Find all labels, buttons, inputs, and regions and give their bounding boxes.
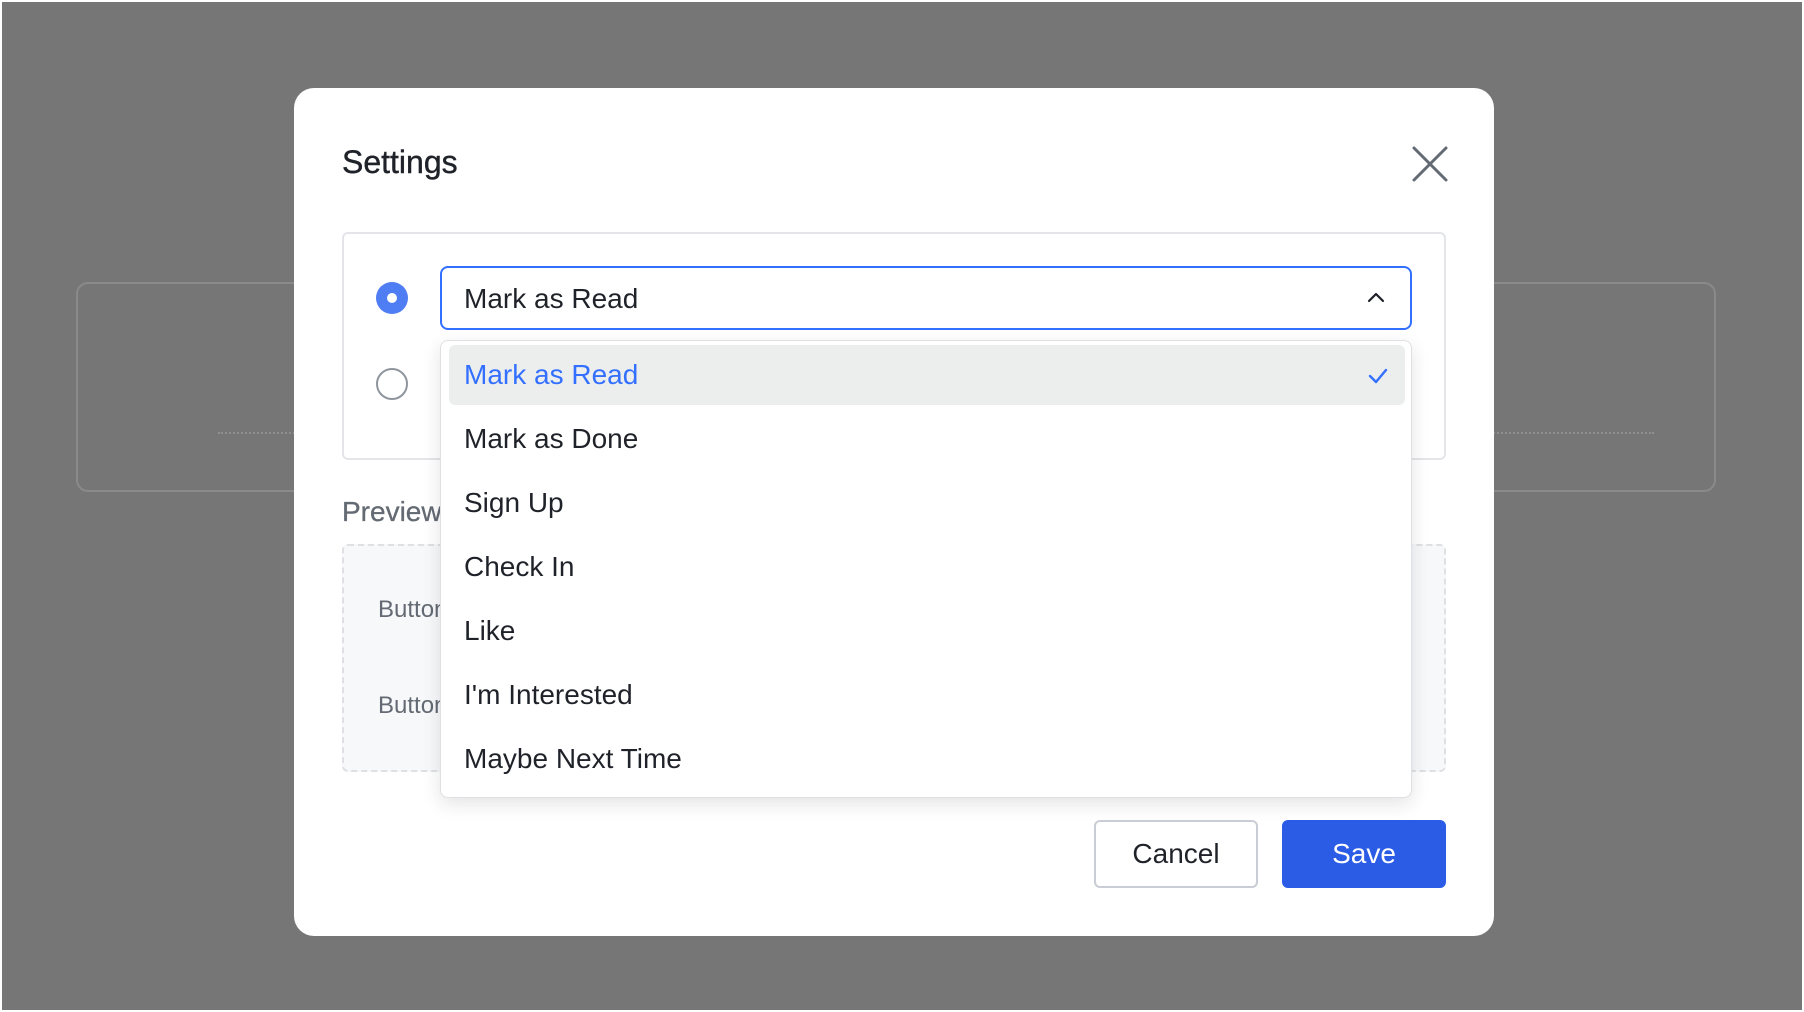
dropdown-item-mark-as-done[interactable]: Mark as Done <box>449 409 1405 469</box>
dropdown-item-label: Mark as Read <box>464 359 639 390</box>
cancel-button[interactable]: Cancel <box>1094 820 1258 888</box>
preview-button-2-label: Button <box>378 692 448 719</box>
dropdown-item-label: Mark as Done <box>464 423 639 454</box>
dropdown-item-mark-as-read[interactable]: Mark as Read <box>449 345 1405 405</box>
chevron-up-icon <box>1367 292 1385 303</box>
dropdown-item-check-in[interactable]: Check In <box>449 537 1405 597</box>
radio-option-2[interactable] <box>376 368 408 400</box>
preview-button-1-label: Button <box>378 596 448 623</box>
dropdown-item-like[interactable]: Like <box>449 601 1405 661</box>
settings-modal: Settings Preview Button Button Mark as R… <box>294 88 1494 936</box>
dropdown-item-label: Sign Up <box>464 487 564 518</box>
action-dropdown-menu: Mark as Read Mark as Done Sign Up Check … <box>440 340 1412 798</box>
dropdown-item-maybe-next-time[interactable]: Maybe Next Time <box>449 729 1405 789</box>
close-icon <box>1412 146 1448 182</box>
radio-option-1[interactable] <box>376 282 408 314</box>
check-icon <box>1368 368 1388 384</box>
dropdown-item-sign-up[interactable]: Sign Up <box>449 473 1405 533</box>
dropdown-item-im-interested[interactable]: I'm Interested <box>449 665 1405 725</box>
preview-label: Preview <box>342 496 442 527</box>
close-button[interactable] <box>1408 142 1452 186</box>
dropdown-item-label: Like <box>464 615 516 646</box>
dropdown-item-label: Maybe Next Time <box>464 743 682 774</box>
save-button[interactable]: Save <box>1282 820 1446 888</box>
action-select[interactable]: Mark as Read <box>440 266 1412 330</box>
dropdown-item-label: Check In <box>464 551 575 582</box>
dropdown-item-label: I'm Interested <box>464 679 633 710</box>
modal-title: Settings <box>342 144 458 180</box>
select-value: Mark as Read <box>464 283 639 314</box>
